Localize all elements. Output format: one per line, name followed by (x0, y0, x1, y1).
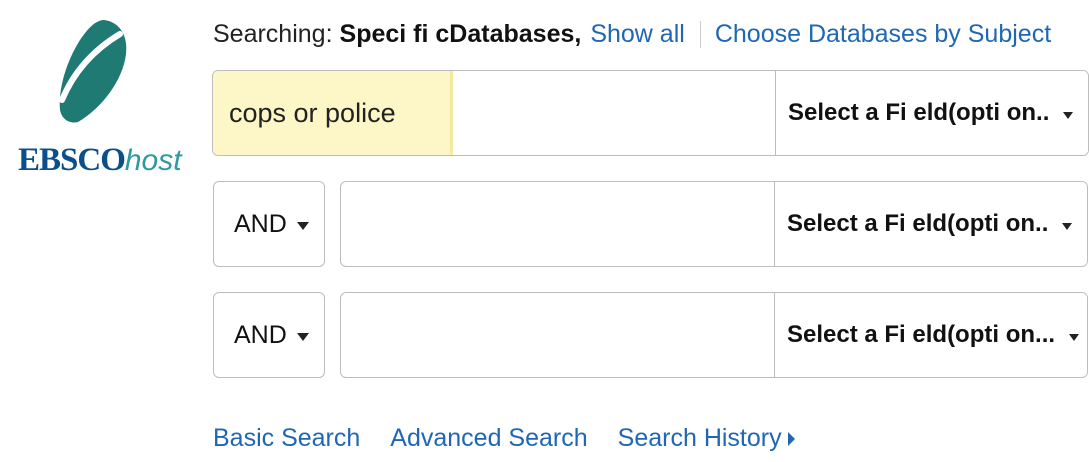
basic-search-link[interactable]: Basic Search (213, 420, 360, 456)
search-input-1[interactable]: cops or police (213, 71, 776, 155)
search-box-3: Select a Fi eld(opti on... (340, 292, 1088, 378)
search-row-3: AND Select a Fi eld(opti on... (213, 292, 1088, 380)
advanced-search-link[interactable]: Advanced Search (390, 420, 587, 456)
search-box-2: Select a Fi eld(opti on.. (340, 181, 1088, 267)
search-history-link[interactable]: Search History (618, 420, 795, 456)
field-select-3[interactable]: Select a Fi eld(opti on... (775, 293, 1087, 377)
boolean-operator-select-2[interactable]: AND (213, 181, 325, 267)
caret-down-icon (1063, 111, 1074, 119)
field-select-2[interactable]: Select a Fi eld(opti on.. (775, 182, 1087, 266)
field-select-1-label: Select a Fi eld(opti on.. (788, 99, 1050, 126)
search-history-label: Search History (617, 424, 782, 452)
field-select-1[interactable]: Select a Fi eld(opti on.. (776, 71, 1088, 155)
search-mode-links: Basic Search Advanced Search Search Hist… (213, 420, 795, 456)
field-select-3-label: Select a Fi eld(opti on... (787, 321, 1056, 348)
search-input-1-value: cops or police (229, 97, 396, 128)
field-select-2-label: Select a Fi eld(opti on.. (787, 210, 1049, 237)
boolean-operator-select-3[interactable]: AND (213, 292, 325, 378)
caret-down-icon (296, 333, 309, 341)
caret-down-icon (1062, 222, 1073, 230)
caret-right-icon (787, 432, 795, 447)
link-divider (699, 20, 701, 48)
searching-line: Searching: Speci fi cDatabases, Show all… (213, 16, 1051, 52)
search-input-2[interactable] (341, 182, 775, 266)
search-box-1: cops or police Select a Fi eld(opti on.. (212, 70, 1089, 156)
search-input-3[interactable] (341, 293, 775, 377)
search-row-1: cops or police Select a Fi eld(opti on.. (212, 70, 1089, 158)
ebsco-leaf-icon (59, 20, 127, 123)
boolean-operator-3-label: AND (234, 320, 287, 349)
logo-wordmark: EBSCOhost (18, 139, 182, 181)
search-row-2: AND Select a Fi eld(opti on.. (213, 181, 1088, 269)
logo-wordmark-host: host (124, 144, 182, 177)
show-all-link[interactable]: Show all (590, 16, 685, 52)
searching-label: Searching: (213, 20, 333, 48)
logo-wordmark-ebsco: EBSCO (18, 142, 126, 178)
choose-databases-by-subject-link[interactable]: Choose Databases by Subject (715, 16, 1051, 52)
searching-databases: Speci fi cDatabases, (339, 20, 582, 48)
caret-down-icon (296, 222, 309, 230)
boolean-operator-2-label: AND (234, 209, 287, 238)
ebscohost-logo[interactable]: EBSCOhost (0, 0, 190, 200)
caret-down-icon (1069, 333, 1080, 341)
